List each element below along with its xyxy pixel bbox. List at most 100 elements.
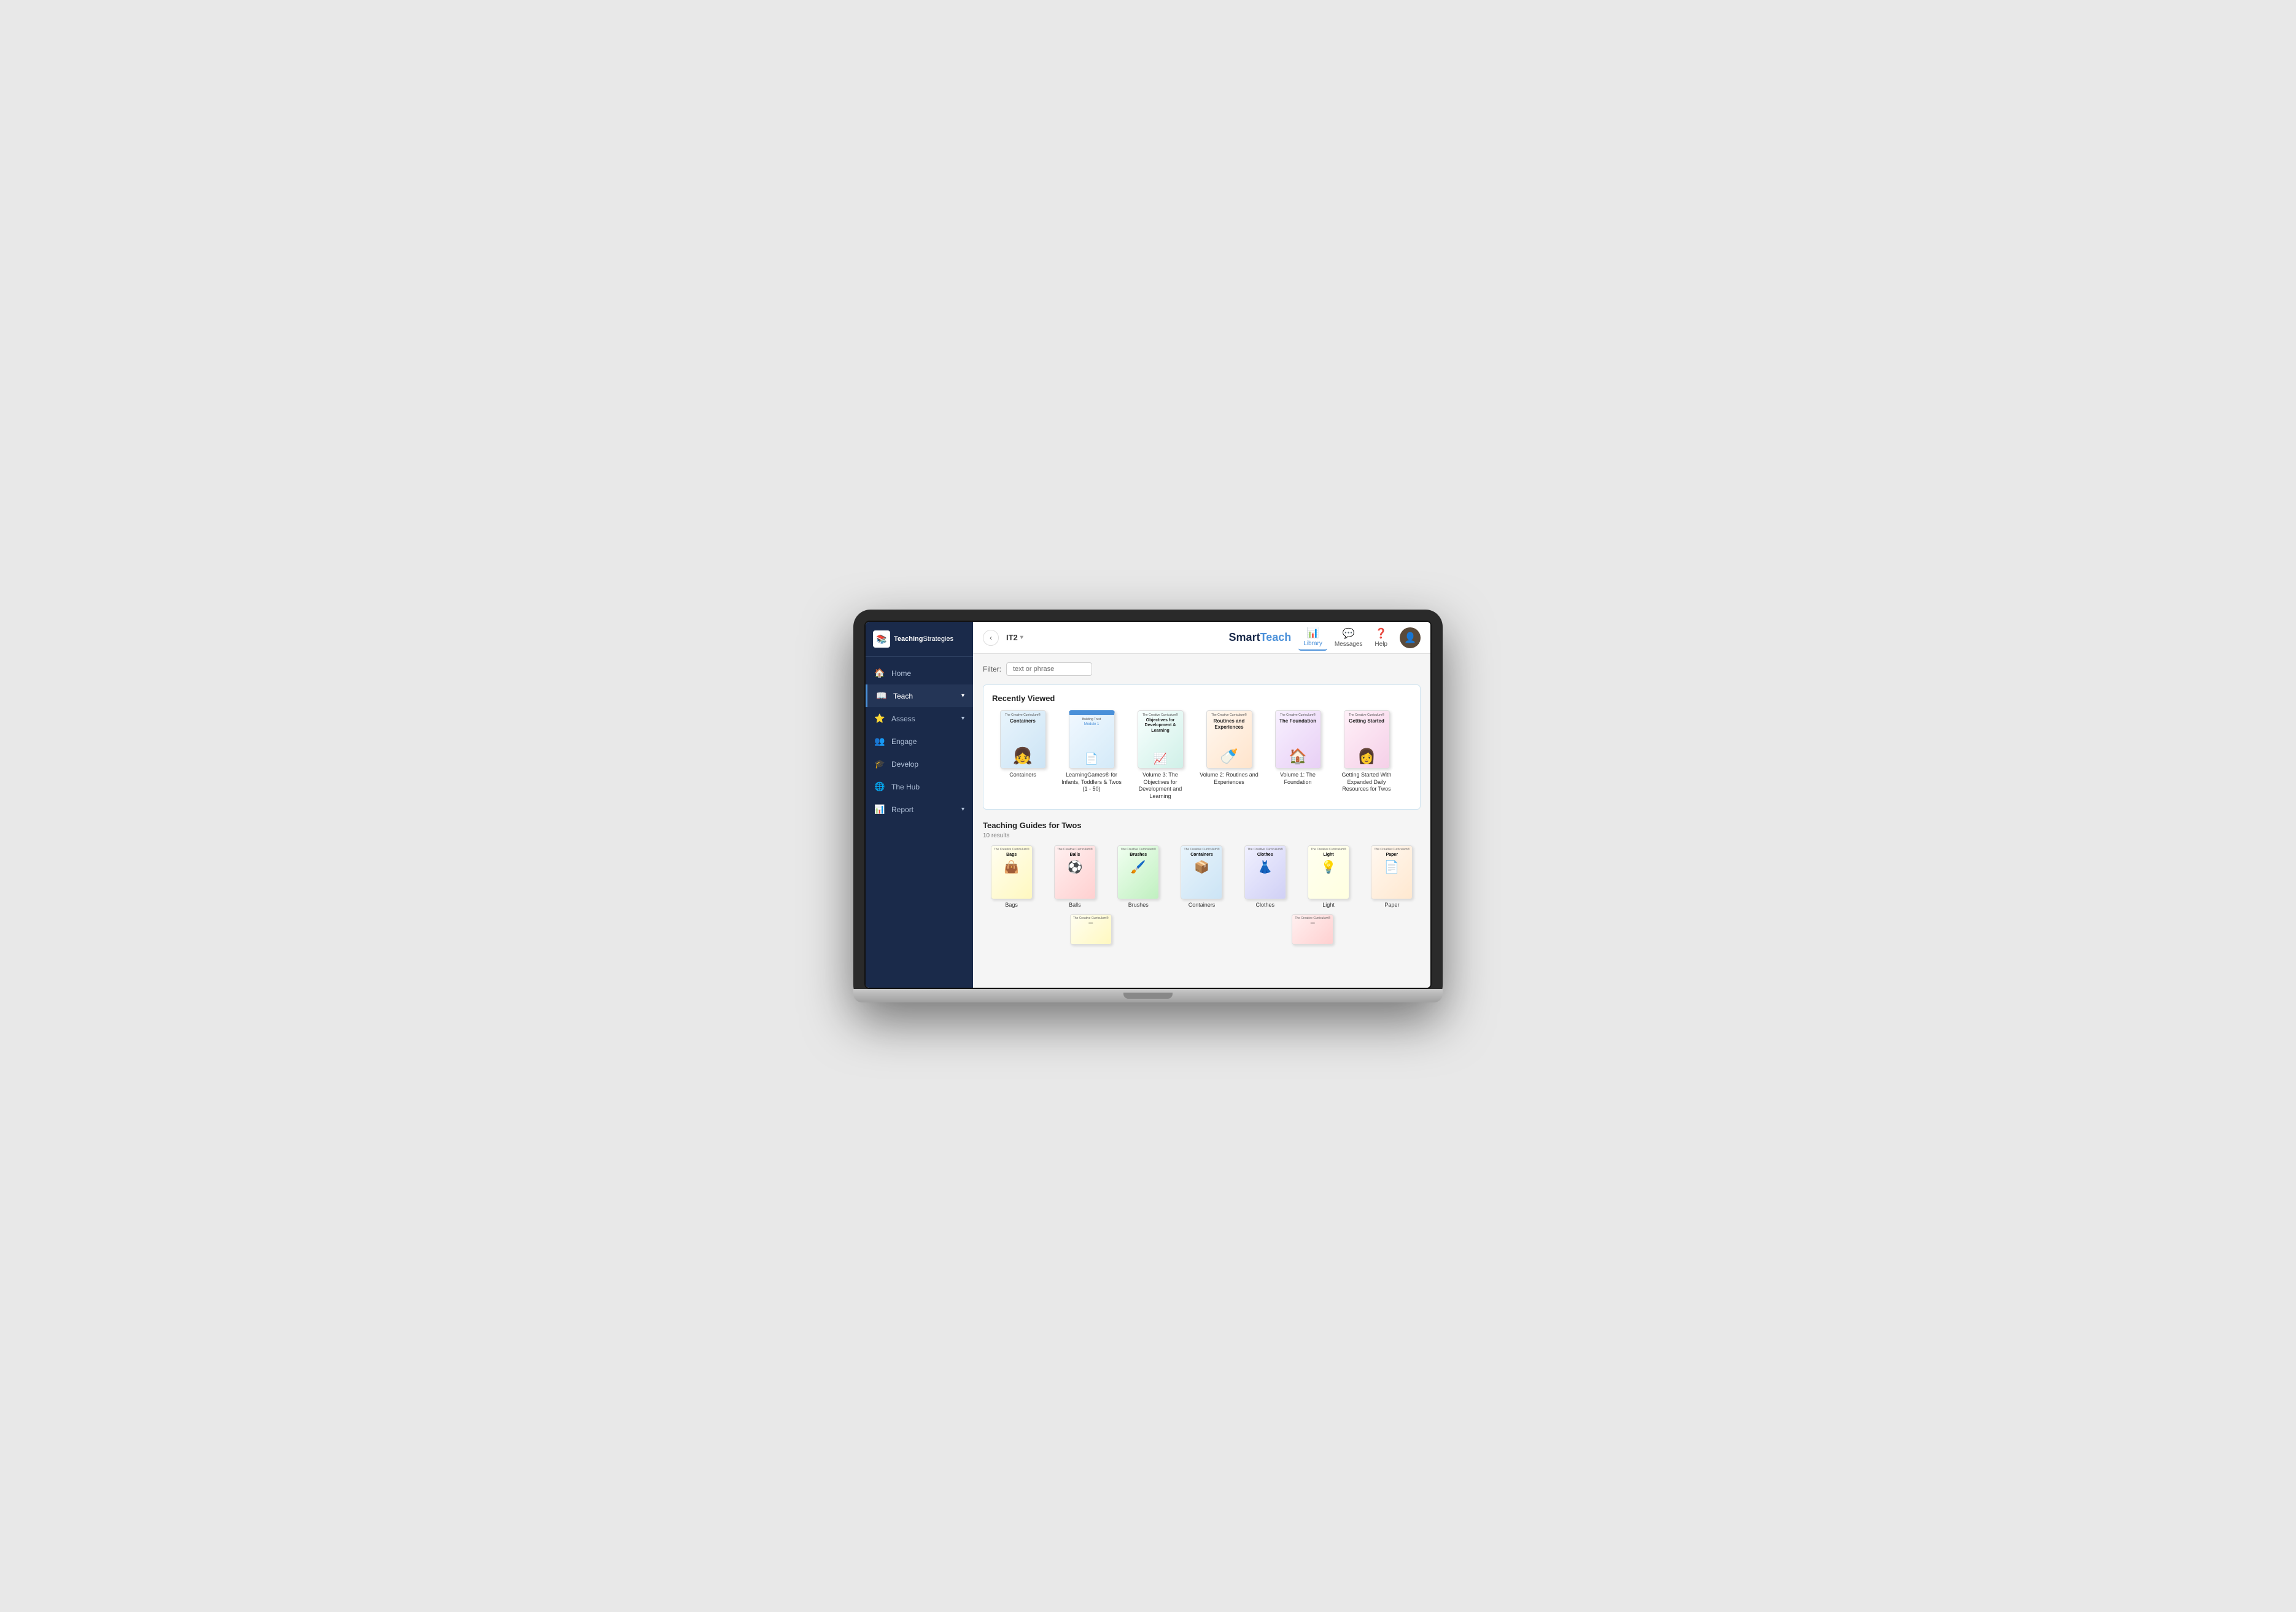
topbar: ‹ IT2 ▾ SmartTeach 📊 Library 💬	[973, 622, 1430, 654]
engage-icon: 👥	[874, 736, 885, 746]
book-cover: The Creative Curriculum® Containers 👧	[1000, 710, 1046, 769]
sidebar-item-label: Home	[891, 669, 964, 678]
book-header: The Creative Curriculum®	[1141, 713, 1181, 717]
sidebar-logo: 📚 TeachingStrategies	[866, 622, 973, 657]
home-icon: 🏠	[874, 668, 885, 678]
book-image: 📄	[1072, 726, 1112, 765]
list-item[interactable]: The Creative Curriculum® The Foundation …	[1267, 710, 1328, 800]
guide-label: Containers	[1189, 902, 1216, 908]
book-label: Volume 2: Routines and Experiences	[1198, 772, 1260, 786]
develop-icon: 🎓	[874, 759, 885, 769]
book-header: Building Trust	[1072, 718, 1112, 721]
sidebar-item-engage[interactable]: 👥 Engage	[866, 730, 973, 753]
sidebar-nav: 🏠 Home 📖 Teach ▾ ⭐ Assess ▾ 👥	[866, 657, 973, 988]
guide-cover: The Creative Curriculum® —	[1070, 914, 1112, 945]
list-item[interactable]: The Creative Curriculum® Paper 📄 Paper	[1363, 845, 1421, 908]
book-image: 👩	[1347, 724, 1387, 765]
sidebar-item-teach[interactable]: 📖 Teach ▾	[866, 684, 973, 707]
guide-cover: The Creative Curriculum® Paper 📄	[1371, 845, 1413, 899]
chevron-down-icon: ▾	[961, 806, 964, 813]
book-title: Routines and Experiences	[1209, 718, 1249, 730]
sidebar-item-label: Teach	[893, 692, 955, 700]
list-item[interactable]: The Creative Curriculum® Bags 👜 Bags	[983, 845, 1040, 908]
sidebar-item-hub[interactable]: 🌐 The Hub	[866, 775, 973, 798]
list-item[interactable]: The Creative Curriculum® Brushes 🖌️ Brus…	[1110, 845, 1167, 908]
guide-label: Bags	[1005, 902, 1018, 908]
guide-cover: The Creative Curriculum® —	[1292, 914, 1333, 945]
book-label: LearningGames® for Infants, Toddlers & T…	[1061, 772, 1122, 793]
guide-label: Paper	[1384, 902, 1399, 908]
main-content: ‹ IT2 ▾ SmartTeach 📊 Library 💬	[973, 622, 1430, 988]
book-cover: The Creative Curriculum® Objectives for …	[1138, 710, 1184, 769]
library-tab[interactable]: 📊 Library	[1298, 624, 1327, 651]
guide-label: Light	[1322, 902, 1335, 908]
teach-icon: 📖	[876, 691, 887, 701]
breadcrumb: IT2 ▾	[1006, 633, 1023, 642]
help-tab[interactable]: ❓ Help	[1370, 625, 1392, 650]
laptop-base	[853, 989, 1443, 1002]
book-header: The Creative Curriculum®	[1278, 713, 1318, 717]
guide-label: Brushes	[1128, 902, 1149, 908]
sidebar-item-label: Engage	[891, 737, 964, 746]
results-count: 10 results	[983, 832, 1421, 839]
book-label: Volume 1: The Foundation	[1267, 772, 1328, 786]
teaching-guides-section: Teaching Guides for Twos 10 results The …	[983, 821, 1421, 945]
screen: 📚 TeachingStrategies 🏠 Home 📖 Teach ▾	[864, 621, 1432, 989]
report-icon: 📊	[874, 804, 885, 815]
sidebar-item-report[interactable]: 📊 Report ▾	[866, 798, 973, 821]
book-title: Containers	[1010, 718, 1036, 724]
sidebar-item-label: Assess	[891, 715, 955, 723]
caret-icon: ▾	[1020, 634, 1023, 641]
guide-cover: The Creative Curriculum® Containers 📦	[1181, 845, 1222, 899]
list-item[interactable]: The Creative Curriculum® Clothes 👗 Cloth…	[1236, 845, 1293, 908]
list-item[interactable]: Building Trust Module 1 📄 LearningGames®…	[1061, 710, 1122, 800]
recently-viewed-section: Recently Viewed The Creative Curriculum®…	[983, 684, 1421, 810]
recently-viewed-title: Recently Viewed	[992, 694, 1411, 703]
book-title: Getting Started	[1349, 718, 1384, 724]
hub-icon: 🌐	[874, 781, 885, 792]
sidebar-item-label: The Hub	[891, 783, 964, 791]
sidebar-item-label: Develop	[891, 760, 964, 769]
user-avatar[interactable]: 👤	[1400, 627, 1421, 648]
book-title: The Foundation	[1279, 718, 1316, 724]
list-item[interactable]: The Creative Curriculum® Objectives for …	[1130, 710, 1191, 800]
sidebar-item-develop[interactable]: 🎓 Develop	[866, 753, 973, 775]
list-item[interactable]: The Creative Curriculum® Getting Started…	[1336, 710, 1397, 800]
sidebar-item-assess[interactable]: ⭐ Assess ▾	[866, 707, 973, 730]
assess-icon: ⭐	[874, 713, 885, 724]
list-item[interactable]: The Creative Curriculum® Containers 👧 Co…	[992, 710, 1053, 800]
list-item[interactable]: The Creative Curriculum® Containers 📦 Co…	[1173, 845, 1230, 908]
filter-label: Filter:	[983, 665, 1001, 673]
back-button[interactable]: ‹	[983, 630, 999, 646]
book-label: Volume 3: The Objectives for Development…	[1130, 772, 1191, 800]
sidebar-item-home[interactable]: 🏠 Home	[866, 662, 973, 684]
sidebar-item-label: Report	[891, 805, 955, 814]
list-item[interactable]: The Creative Curriculum® Routines and Ex…	[1198, 710, 1260, 800]
guide-cover: The Creative Curriculum® Clothes 👗	[1244, 845, 1286, 899]
messages-icon: 💬	[1343, 627, 1355, 640]
book-cover: The Creative Curriculum® The Foundation …	[1275, 710, 1321, 769]
list-item[interactable]: The Creative Curriculum® —	[983, 914, 1199, 945]
content-area: Filter: Recently Viewed The Creative Cur…	[973, 654, 1430, 988]
messages-tab[interactable]: 💬 Messages	[1330, 625, 1368, 650]
filter-input[interactable]	[1006, 662, 1092, 676]
book-header: The Creative Curriculum®	[1003, 713, 1043, 717]
list-item[interactable]: The Creative Curriculum® Light 💡 Light	[1300, 845, 1357, 908]
list-item[interactable]: The Creative Curriculum® —	[1205, 914, 1421, 945]
guide-label: Balls	[1069, 902, 1081, 908]
chevron-down-icon: ▾	[961, 692, 964, 699]
book-image: 🏠	[1278, 724, 1318, 765]
sidebar: 📚 TeachingStrategies 🏠 Home 📖 Teach ▾	[866, 622, 973, 988]
laptop-frame: 📚 TeachingStrategies 🏠 Home 📖 Teach ▾	[853, 610, 1443, 1002]
book-cover: The Creative Curriculum® Routines and Ex…	[1206, 710, 1252, 769]
library-icon: 📊	[1307, 627, 1319, 639]
book-cover: The Creative Curriculum® Getting Started…	[1344, 710, 1390, 769]
back-icon: ‹	[990, 634, 992, 642]
logo-icon: 📚	[873, 630, 890, 648]
book-header: The Creative Curriculum®	[1347, 713, 1387, 717]
guide-label: Clothes	[1256, 902, 1275, 908]
list-item[interactable]: The Creative Curriculum® Balls ⚽ Balls	[1046, 845, 1103, 908]
topbar-icons: 📊 Library 💬 Messages ❓ Help	[1298, 624, 1392, 651]
guide-cover: The Creative Curriculum® Bags 👜	[991, 845, 1033, 899]
guides-row: The Creative Curriculum® Bags 👜 Bags The…	[983, 845, 1421, 908]
